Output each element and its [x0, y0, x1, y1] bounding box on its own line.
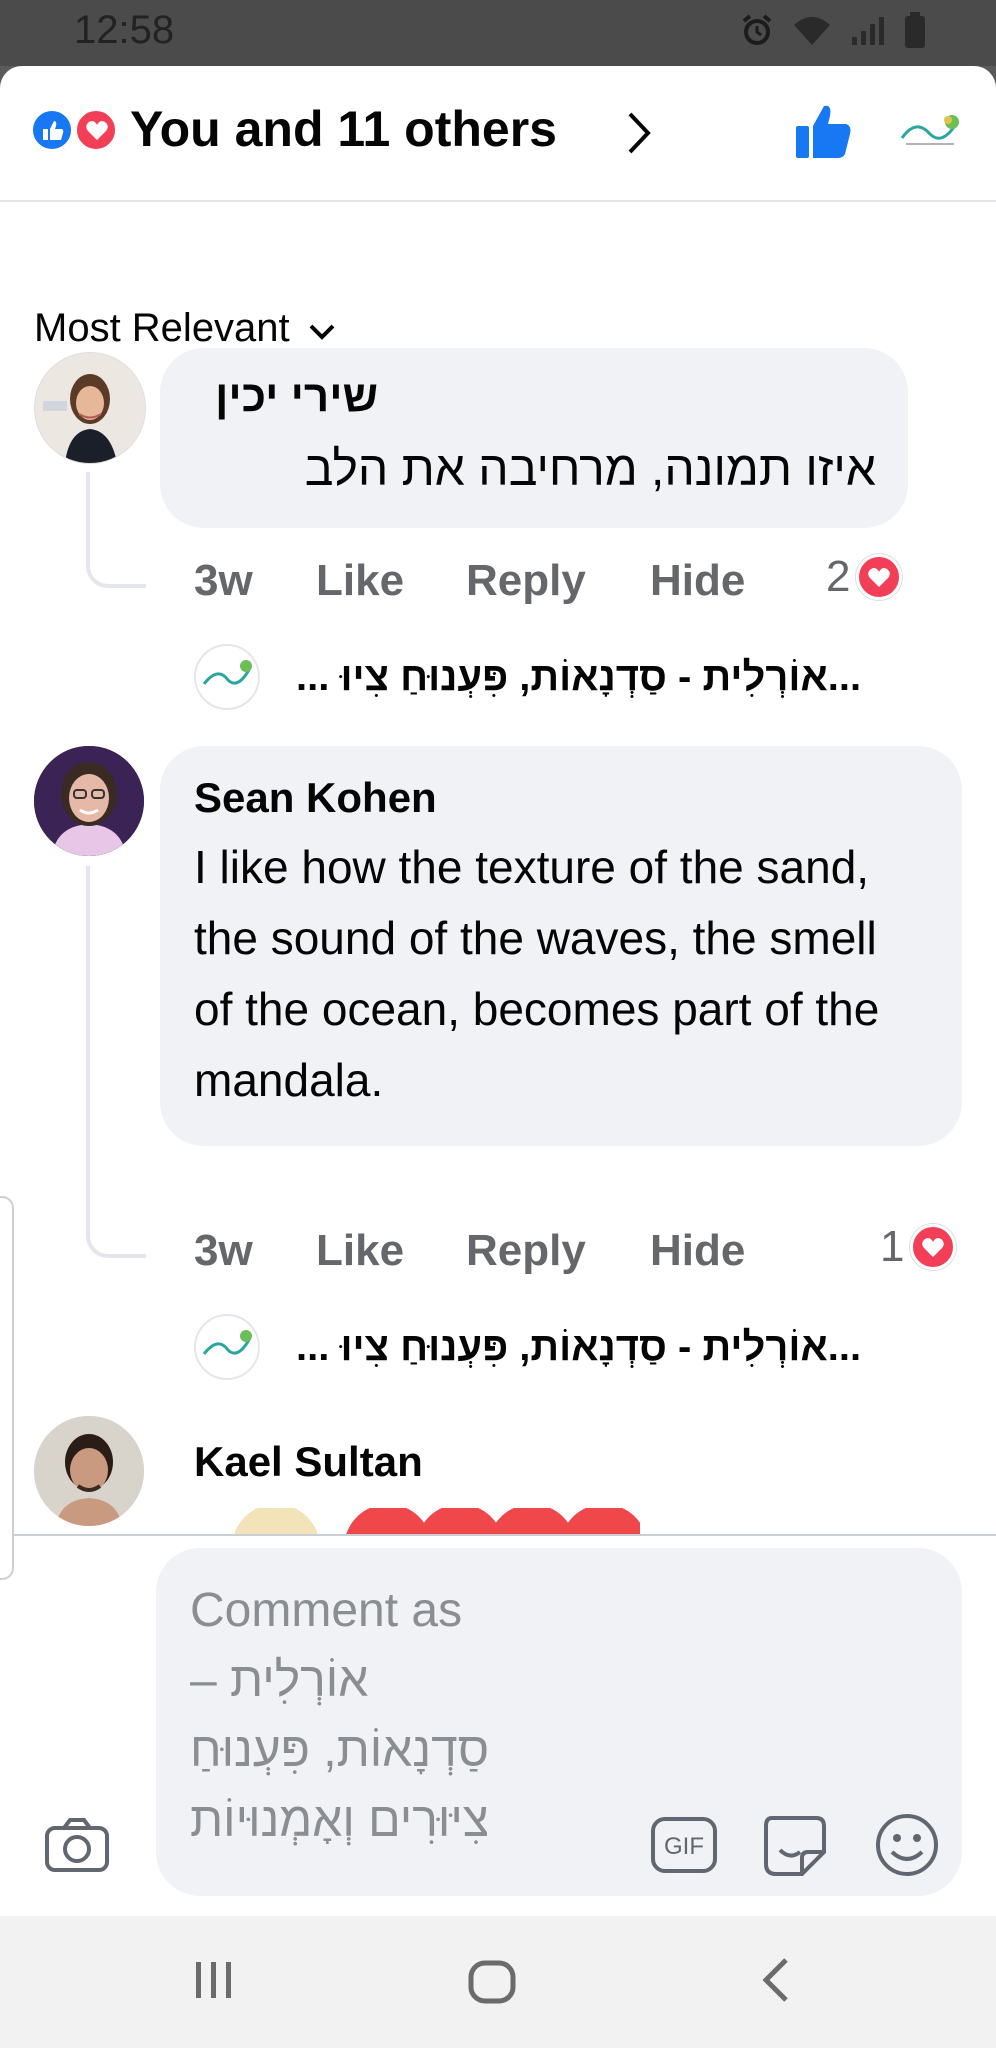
chevron-down-icon [308, 306, 336, 351]
comment-author[interactable]: שירי יכין [215, 372, 378, 422]
hide-action[interactable]: Hide [650, 1226, 745, 1276]
sort-dropdown[interactable]: Most Relevant [34, 306, 336, 351]
battery-icon [904, 12, 926, 53]
sort-label: Most Relevant [34, 306, 290, 350]
sticker-icon[interactable] [762, 1812, 828, 1883]
like-action[interactable]: Like [316, 556, 404, 606]
reaction-count[interactable]: 1 [880, 1222, 957, 1272]
alarm-icon [740, 13, 774, 52]
page-logo[interactable] [896, 108, 964, 154]
recent-apps-icon[interactable] [194, 1960, 234, 2005]
reactions-header[interactable]: You and 11 others [0, 66, 996, 202]
reply-preview[interactable]: ... אוֹרְלִית - סַדְנָאוֹת, פִּעְנוּחַ צ… [194, 644, 861, 710]
home-icon[interactable] [468, 1960, 516, 2009]
reaction-count[interactable]: 2 [826, 552, 903, 602]
thread-line [86, 472, 146, 588]
comment-author[interactable]: Sean Kohen [194, 774, 437, 822]
reaction-sticker-peek [220, 1508, 640, 1534]
camera-icon[interactable] [44, 1816, 110, 1879]
side-panel-edge [0, 1196, 14, 1580]
like-icon [30, 108, 74, 152]
gif-icon[interactable]: GIF [650, 1816, 718, 1879]
like-action[interactable]: Like [316, 1226, 404, 1276]
comment-bubble[interactable]: Sean Kohen I like how the texture of the… [160, 746, 962, 1146]
comments-sheet: You and 11 others Most Relevant שירי יכי… [0, 66, 996, 1916]
love-icon [74, 108, 118, 152]
reactors-summary[interactable]: You and 11 others [130, 100, 557, 158]
reply-action[interactable]: Reply [466, 556, 586, 606]
emoji-icon[interactable] [874, 1812, 940, 1883]
reply-preview[interactable]: ... אוֹרְלִית - סַדְנָאוֹת, פִּעְנוּחַ צ… [194, 1314, 861, 1380]
hide-action[interactable]: Hide [650, 556, 745, 606]
reply-preview-text: ... אוֹרְלִית - סַדְנָאוֹת, פִּעְנוּחַ צ… [296, 1324, 862, 1369]
back-icon[interactable] [760, 1956, 790, 2009]
comment-placeholder[interactable]: Comment as אוֹרְלִית – סַדְנָאוֹת, פִּעְ… [190, 1576, 610, 1856]
signal-icon [850, 15, 886, 50]
reply-action[interactable]: Reply [466, 1226, 586, 1276]
avatar[interactable] [34, 352, 146, 464]
comment-text: איזו תמונה, מרחיבה את הלב [304, 443, 876, 496]
avatar[interactable] [34, 746, 144, 856]
status-icons [740, 12, 926, 53]
reply-preview-text: ... אוֹרְלִית - סַדְנָאוֹת, פִּעְנוּחַ צ… [296, 654, 862, 699]
wifi-icon [792, 13, 832, 52]
reaction-count-value: 1 [880, 1222, 905, 1271]
comment-bubble[interactable]: שירי יכין איזו תמונה, מרחיבה את הלב [160, 348, 908, 528]
comment-input[interactable]: Comment as אוֹרְלִית – סַדְנָאוֹת, פִּעְ… [156, 1548, 962, 1896]
svg-text:GIF: GIF [664, 1833, 704, 1860]
love-icon [910, 1224, 957, 1270]
status-bar: 12:58 [0, 0, 996, 66]
avatar[interactable] [34, 1416, 144, 1526]
page-avatar [194, 1314, 260, 1380]
comment-text: I like how the texture of the sand, the … [194, 841, 880, 1106]
comment-time[interactable]: 3w [194, 556, 253, 606]
comment-time[interactable]: 3w [194, 1226, 253, 1276]
system-nav-bar [0, 1916, 996, 2048]
like-button-icon[interactable] [794, 102, 854, 167]
reaction-summary-icons [30, 108, 120, 152]
reaction-count-value: 2 [826, 552, 851, 601]
love-icon [856, 554, 903, 600]
comment-author[interactable]: Kael Sultan [194, 1438, 423, 1486]
thread-line [86, 866, 146, 1258]
chevron-right-icon[interactable] [624, 110, 654, 161]
page-avatar [194, 644, 260, 710]
status-time: 12:58 [74, 8, 175, 52]
